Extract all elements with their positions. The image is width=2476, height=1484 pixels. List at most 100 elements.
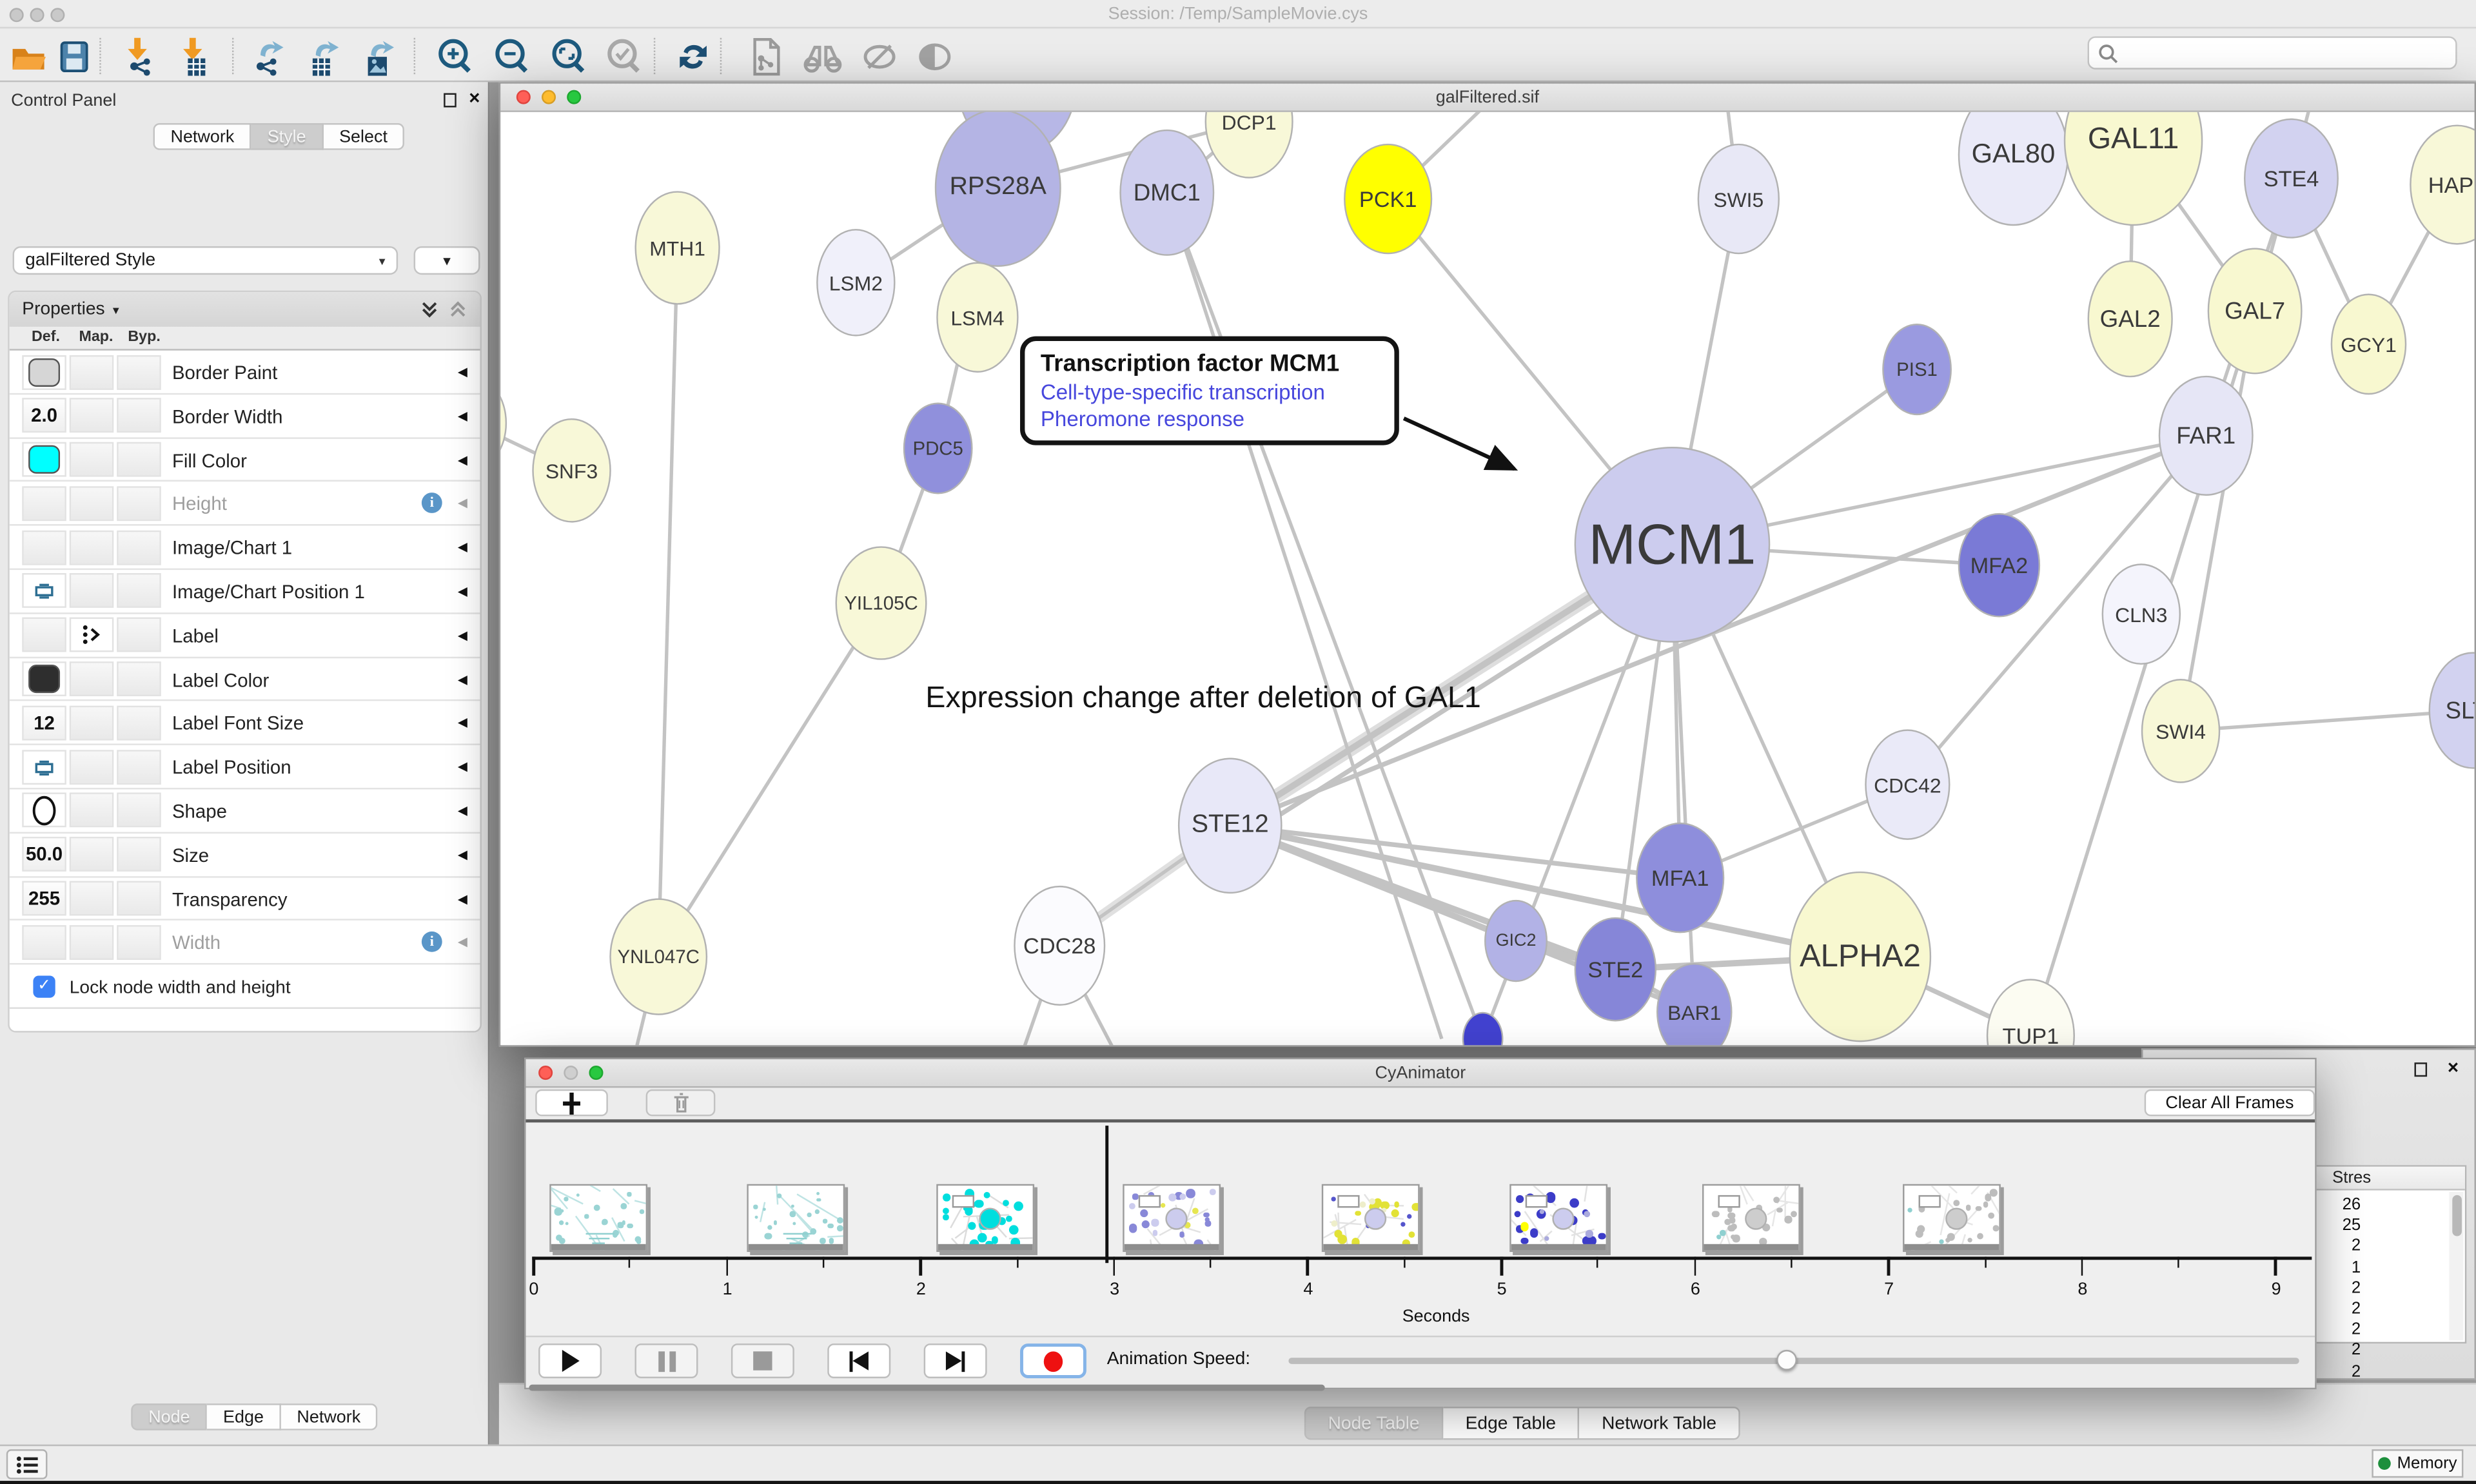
- network-node-gcy1[interactable]: GCY1: [2331, 294, 2407, 395]
- def-cell[interactable]: [22, 749, 66, 784]
- network-file-icon[interactable]: [743, 35, 786, 77]
- tab-style[interactable]: Style: [251, 123, 323, 150]
- def-cell[interactable]: [22, 661, 66, 696]
- network-node-pis1[interactable]: PIS1: [1882, 324, 1952, 415]
- skip-to-start-button[interactable]: [827, 1343, 890, 1378]
- cyanimator-titlebar[interactable]: CyAnimator: [526, 1059, 2315, 1088]
- apply-layout-icon[interactable]: [671, 35, 714, 77]
- network-node-mfa1[interactable]: MFA1: [1636, 823, 1724, 933]
- float-panel-icon[interactable]: [444, 93, 457, 107]
- expand-row-icon[interactable]: ◀: [458, 628, 467, 642]
- frame-thumbnail-1[interactable]: [549, 1184, 647, 1252]
- property-row-label-color[interactable]: Label Color◀: [10, 658, 480, 701]
- network-node-ste2[interactable]: STE2: [1575, 917, 1656, 1022]
- annotation-link-2[interactable]: Pheromone response: [1041, 407, 1379, 431]
- map-cell[interactable]: [70, 618, 114, 652]
- map-cell[interactable]: [70, 794, 114, 828]
- map-cell[interactable]: [70, 530, 114, 565]
- annotation-link-1[interactable]: Cell-type-specific transcription: [1041, 380, 1379, 404]
- network-node-mcm1[interactable]: MCM1: [1575, 447, 1771, 643]
- expand-row-icon[interactable]: ◀: [458, 453, 467, 467]
- zoom-out-icon[interactable]: [489, 35, 532, 77]
- network-node-gal2[interactable]: GAL2: [2088, 260, 2173, 377]
- byp-cell[interactable]: [117, 530, 161, 565]
- property-row-shape[interactable]: Shape◀: [10, 789, 480, 833]
- table-scrollbar[interactable]: [2449, 1192, 2463, 1340]
- tab-node-table[interactable]: Node Table: [1304, 1407, 1443, 1440]
- network-node-alpha2[interactable]: ALPHA2: [1789, 872, 1931, 1042]
- property-row-height[interactable]: Heighti◀: [10, 482, 480, 526]
- byp-cell[interactable]: [117, 618, 161, 652]
- byp-cell[interactable]: [117, 705, 161, 740]
- network-node-mfa2[interactable]: MFA2: [1958, 513, 2040, 618]
- tab-node[interactable]: Node: [131, 1403, 207, 1430]
- record-button[interactable]: [1020, 1343, 1086, 1378]
- property-row-transparency[interactable]: 255Transparency◀: [10, 877, 480, 921]
- expand-row-icon[interactable]: ◀: [458, 540, 467, 554]
- def-cell[interactable]: [22, 486, 66, 521]
- close-panel-icon[interactable]: ×: [2448, 1056, 2459, 1078]
- tab-edge[interactable]: Edge: [208, 1403, 281, 1430]
- byp-cell[interactable]: [117, 355, 161, 389]
- zoom-fit-icon[interactable]: [546, 35, 589, 77]
- float-panel-icon[interactable]: [2414, 1062, 2427, 1077]
- column-header[interactable]: Stres: [2332, 1168, 2371, 1187]
- expand-row-icon[interactable]: ◀: [458, 716, 467, 730]
- byp-cell[interactable]: [117, 486, 161, 521]
- map-cell[interactable]: [70, 442, 114, 477]
- task-history-button[interactable]: [6, 1449, 48, 1479]
- tab-network-table[interactable]: Network Table: [1580, 1407, 1740, 1440]
- import-network-icon[interactable]: [119, 35, 161, 77]
- info-icon[interactable]: i: [422, 932, 442, 953]
- style-combobox[interactable]: galFiltered Style ▾: [13, 246, 398, 275]
- frame-thumbnail-7[interactable]: [1702, 1184, 1800, 1252]
- map-cell[interactable]: [70, 486, 114, 521]
- import-table-icon[interactable]: [173, 35, 216, 77]
- def-cell[interactable]: [22, 530, 66, 565]
- timeline[interactable]: 0123456789Seconds: [526, 1119, 2315, 1336]
- property-row-width[interactable]: Widthi◀: [10, 921, 480, 965]
- timeline-scrollbar[interactable]: [529, 1384, 1324, 1391]
- property-row-image-chart-position-1[interactable]: Image/Chart Position 1◀: [10, 570, 480, 614]
- expand-row-icon[interactable]: ◀: [458, 365, 467, 379]
- map-cell[interactable]: [70, 398, 114, 433]
- network-node-cln3[interactable]: CLN3: [2102, 563, 2181, 665]
- map-cell[interactable]: [70, 574, 114, 609]
- export-network-icon[interactable]: [246, 35, 289, 77]
- hide-details-icon[interactable]: [858, 35, 900, 77]
- slider-thumb[interactable]: [1776, 1350, 1797, 1371]
- network-node-pdc5[interactable]: PDC5: [903, 402, 973, 494]
- export-table-icon[interactable]: [302, 35, 344, 77]
- play-button[interactable]: [538, 1343, 602, 1378]
- expand-all-icon[interactable]: [420, 300, 438, 318]
- network-canvas[interactable]: DCP1RPS28ADMC1PCK1MTH1LSM2LSM4SWI5GAL80G…: [500, 112, 2474, 1045]
- byp-cell[interactable]: [117, 837, 161, 872]
- expand-row-icon[interactable]: ◀: [458, 584, 467, 598]
- network-node-pck1[interactable]: PCK1: [1344, 144, 1432, 254]
- expand-row-icon[interactable]: ◀: [458, 496, 467, 511]
- network-node-ste12[interactable]: STE12: [1178, 758, 1282, 894]
- pause-button[interactable]: [634, 1343, 698, 1378]
- network-node-ynl047c[interactable]: YNL047C: [609, 898, 707, 1015]
- map-cell[interactable]: [70, 749, 114, 784]
- properties-header[interactable]: Properties ▾: [10, 292, 480, 327]
- info-icon[interactable]: i: [422, 493, 442, 514]
- property-row-label[interactable]: Label◀: [10, 614, 480, 658]
- def-cell[interactable]: 50.0: [22, 837, 66, 872]
- def-cell[interactable]: [22, 355, 66, 389]
- byp-cell[interactable]: [117, 794, 161, 828]
- network-node-cdc28[interactable]: CDC28: [1014, 886, 1105, 1006]
- network-node-lsm4[interactable]: LSM4: [936, 262, 1018, 373]
- scrollbar-thumb[interactable]: [2451, 1195, 2461, 1236]
- def-cell[interactable]: [22, 618, 66, 652]
- network-node-yil105c[interactable]: YIL105C: [836, 546, 927, 659]
- property-row-size[interactable]: 50.0Size◀: [10, 833, 480, 877]
- network-node-gal7[interactable]: GAL7: [2208, 248, 2303, 374]
- network-edge[interactable]: [1167, 193, 1483, 1039]
- frame-thumbnail-5[interactable]: [1322, 1184, 1420, 1252]
- network-node-rps28a[interactable]: RPS28A: [935, 112, 1061, 267]
- frame-thumbnail-6[interactable]: [1509, 1184, 1607, 1252]
- collapse-all-icon[interactable]: [449, 300, 467, 318]
- map-cell[interactable]: [70, 925, 114, 960]
- byp-cell[interactable]: [117, 398, 161, 433]
